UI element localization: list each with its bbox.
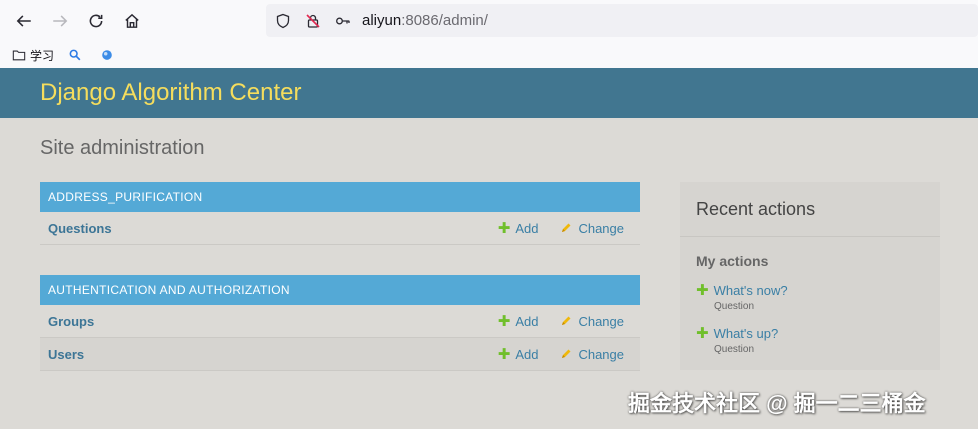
- model-link-users[interactable]: Users: [40, 347, 498, 362]
- url-text[interactable]: aliyun:8086/admin/: [362, 12, 488, 29]
- change-label: Change: [578, 313, 624, 329]
- recent-action-type: Question: [714, 344, 755, 355]
- list-item: ✚ What's up? Question: [696, 326, 940, 355]
- module-caption[interactable]: ADDRESS_PURIFICATION: [40, 182, 640, 212]
- forward-button[interactable]: [42, 0, 78, 42]
- url-path: :8086/admin/: [401, 12, 488, 29]
- site-branding[interactable]: Django Algorithm Center: [40, 79, 301, 107]
- app-module-address-purification: ADDRESS_PURIFICATION Questions ✚ Add Chan…: [40, 182, 640, 245]
- browser-toolbar: aliyun:8086/admin/: [0, 0, 978, 42]
- arrow-right-icon: [53, 15, 68, 27]
- plus-icon: ✚: [497, 312, 511, 330]
- shield-icon[interactable]: [268, 4, 298, 37]
- plus-icon: ✚: [497, 219, 511, 237]
- site-header: Django Algorithm Center: [0, 68, 978, 118]
- change-label: Change: [578, 346, 624, 362]
- home-icon: [125, 13, 139, 28]
- key-icon[interactable]: [328, 4, 358, 37]
- change-link[interactable]: Change: [560, 314, 624, 329]
- recent-action-type: Question: [714, 301, 755, 312]
- pencil-icon: [562, 316, 571, 325]
- add-label: Add: [515, 220, 539, 236]
- bookmark-folder[interactable]: 学习: [12, 47, 54, 64]
- pencil-icon: [562, 223, 571, 232]
- addition-icon: ✚: [696, 282, 709, 299]
- add-link[interactable]: ✚ Add: [498, 314, 539, 329]
- change-link[interactable]: Change: [560, 347, 624, 362]
- model-link-questions[interactable]: Questions: [40, 221, 498, 236]
- pencil-icon: [562, 349, 571, 358]
- plus-icon: ✚: [497, 345, 511, 363]
- globe-icon: [102, 50, 112, 60]
- recent-action-link[interactable]: What's now?: [714, 283, 788, 298]
- table-row: Questions ✚ Add Change: [40, 212, 640, 245]
- add-link[interactable]: ✚ Add: [498, 347, 539, 362]
- bookmarks-bar: 学习: [0, 42, 978, 68]
- my-actions-heading: My actions: [696, 253, 769, 269]
- table-row: Users ✚ Add Change: [40, 338, 640, 371]
- url-host: aliyun: [362, 12, 402, 29]
- search-icon: [69, 49, 81, 61]
- reload-icon: [89, 14, 103, 28]
- recent-action-link[interactable]: What's up?: [714, 326, 779, 341]
- add-label: Add: [515, 313, 539, 329]
- list-item: ✚ What's now? Question: [696, 283, 940, 312]
- table-row: Groups ✚ Add Change: [40, 305, 640, 338]
- add-label: Add: [515, 346, 539, 362]
- bookmark-folder-label: 学习: [30, 48, 55, 63]
- arrow-left-icon: [16, 15, 31, 27]
- bookmark-site[interactable]: [100, 48, 118, 62]
- bookmark-search[interactable]: [68, 48, 86, 62]
- back-button[interactable]: [6, 0, 42, 42]
- app-module-auth: AUTHENTICATION AND AUTHORIZATION Groups …: [40, 275, 640, 371]
- model-link-groups[interactable]: Groups: [40, 314, 498, 329]
- addition-icon: ✚: [696, 325, 709, 342]
- recent-actions-panel: Recent actions My actions ✚ What's now? …: [680, 182, 940, 370]
- reload-button[interactable]: [78, 0, 114, 42]
- add-link[interactable]: ✚ Add: [498, 221, 539, 236]
- change-label: Change: [578, 220, 624, 236]
- page-title: Site administration: [40, 137, 205, 159]
- watermark-text: 掘金技术社区 @ 掘一二三桶金: [628, 391, 926, 416]
- url-bar[interactable]: aliyun:8086/admin/: [266, 4, 978, 37]
- change-link[interactable]: Change: [560, 221, 624, 236]
- home-button[interactable]: [114, 0, 150, 42]
- module-caption[interactable]: AUTHENTICATION AND AUTHORIZATION: [40, 275, 640, 305]
- recent-actions-title: Recent actions: [680, 182, 940, 237]
- folder-icon: [12, 50, 26, 61]
- insecure-lock-icon[interactable]: [298, 4, 328, 37]
